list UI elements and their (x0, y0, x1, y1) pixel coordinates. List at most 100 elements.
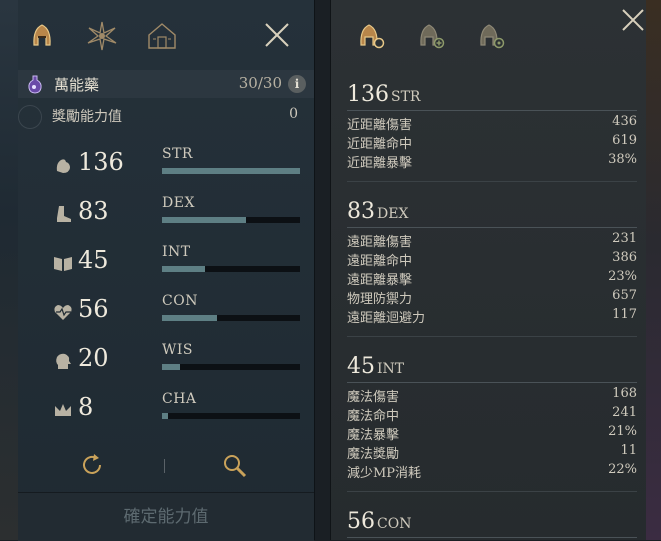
stat-value: 45 (78, 246, 109, 274)
stat-progress-fill (162, 217, 247, 223)
section-underline (347, 537, 637, 538)
head-icon (56, 353, 71, 369)
potion-row: 萬能藥 30/30 i (18, 70, 314, 98)
background-scene-left (0, 0, 18, 540)
detail-close-button[interactable] (619, 6, 647, 34)
detail-item-label: 遠距離迴避力 (347, 311, 426, 326)
helmet-icon (33, 24, 51, 46)
detail-item-label: 近距離傷害 (347, 118, 413, 133)
detail-item-value: 436 (612, 114, 637, 129)
detail-item: 遠距離命中 386 (347, 250, 637, 269)
detail-item-value: 231 (612, 231, 637, 246)
detail-item-label: 遠距離傷害 (347, 235, 413, 250)
stat-progress-fill (162, 364, 180, 370)
stat-row-dex: 83 DEX (18, 195, 314, 235)
detail-item-label: 物理防禦力 (347, 292, 413, 307)
detail-item-value: 386 (612, 250, 637, 265)
tab-star[interactable] (82, 14, 122, 58)
detail-item: 近距離命中 619 (347, 133, 637, 152)
bottom-toolbar (18, 445, 314, 485)
detail-item: 遠距離傷害 231 (347, 231, 637, 250)
heart-icon (54, 305, 72, 320)
stat-row-con: 56 CON (18, 293, 314, 333)
section-abbr: DEX (377, 206, 409, 222)
stat-value: 83 (78, 197, 109, 225)
bonus-stat-value: 0 (289, 106, 298, 122)
search-button[interactable] (220, 451, 248, 479)
tab-helmet-circle[interactable] (471, 14, 511, 58)
detail-item-value: 21% (608, 424, 637, 439)
potion-name: 萬能藥 (54, 76, 100, 94)
section-abbr: CON (377, 516, 412, 532)
reset-button[interactable] (78, 451, 106, 479)
stat-progress-bar (162, 413, 300, 419)
info-icon[interactable]: i (288, 75, 306, 93)
section-header: 56 CON (347, 509, 411, 534)
stat-value: 20 (78, 344, 109, 372)
magnifier-icon (224, 455, 247, 478)
stat-allocation-panel: 萬能藥 30/30 i 獎勵能力值 0 136 STR 83 DEX 45 INT 56 CO… (18, 0, 315, 541)
stat-progress-fill (162, 266, 205, 272)
detail-item: 魔法傷害 168 (347, 386, 637, 405)
detail-item: 近距離傷害 436 (347, 114, 637, 133)
stat-abbr: WIS (162, 342, 194, 358)
stat-progress-fill (162, 168, 300, 174)
section-underline (347, 110, 637, 111)
stat-abbr: CON (162, 293, 198, 309)
background-scene-right (645, 0, 661, 540)
bonus-stat-row: 獎勵能力值 0 (18, 100, 314, 130)
tab-helmet-gear[interactable] (351, 14, 391, 58)
stat-abbr: CHA (162, 391, 197, 407)
stat-row-int: 45 INT (18, 244, 314, 284)
detail-item: 物理防禦力 657 (347, 288, 637, 307)
stat-row-wis: 20 WIS (18, 342, 314, 382)
detail-item-label: 近距離命中 (347, 137, 413, 152)
stat-value: 136 (78, 148, 124, 176)
stat-progress-fill (162, 315, 218, 321)
detail-item: 魔法命中 241 (347, 405, 637, 424)
stat-abbr: DEX (162, 195, 195, 211)
section-divider (347, 181, 637, 182)
stat-progress-fill (162, 413, 168, 419)
detail-item: 遠距離暴擊 23% (347, 269, 637, 288)
tab-helmet[interactable] (22, 14, 62, 58)
detail-item-label: 魔法傷害 (347, 390, 400, 405)
helmet-circle-icon (480, 24, 505, 49)
left-tab-bar (18, 0, 314, 70)
potion-icon (28, 75, 42, 94)
detail-item-label: 魔法暴擊 (347, 428, 400, 443)
tab-house[interactable] (142, 14, 182, 58)
detail-item-value: 168 (612, 386, 637, 401)
detail-item: 魔法暴擊 21% (347, 424, 637, 443)
stat-row-cha: 8 CHA (18, 391, 314, 431)
detail-item-label: 遠距離命中 (347, 254, 413, 269)
bonus-circle-icon (18, 105, 42, 129)
stat-detail-panel: 136 STR 近距離傷害 436 近距離命中 619 近距離暴擊 38% 83 DEX 遠距離傷害… (330, 0, 646, 540)
section-header: 136 STR (347, 82, 420, 107)
stat-progress-bar (162, 266, 300, 272)
stat-value: 8 (78, 393, 94, 421)
detail-item-value: 23% (608, 269, 637, 284)
stat-abbr: INT (162, 244, 191, 260)
tab-helmet-plus[interactable] (411, 14, 451, 58)
star-burst-icon (87, 21, 117, 51)
section-header: 45 INT (347, 354, 404, 379)
section-underline (347, 227, 637, 228)
section-value: 136 (347, 82, 389, 107)
toolbar-separator (164, 459, 165, 473)
right-tab-bar (331, 0, 646, 70)
confirm-stats-button[interactable]: 確定能力值 (18, 492, 314, 541)
stat-value: 56 (78, 295, 109, 323)
section-divider (347, 491, 637, 492)
detail-item: 近距離暴擊 38% (347, 152, 637, 171)
close-icon (265, 23, 289, 47)
arm-icon (56, 159, 70, 173)
potion-count: 30/30 (238, 74, 282, 92)
stat-progress-bar (162, 315, 300, 321)
close-button[interactable] (262, 20, 292, 50)
stat-progress-bar (162, 168, 300, 174)
section-divider (347, 336, 637, 337)
stat-row-str: 136 STR (18, 146, 314, 186)
detail-item-value: 22% (608, 462, 637, 477)
close-icon (622, 9, 644, 31)
